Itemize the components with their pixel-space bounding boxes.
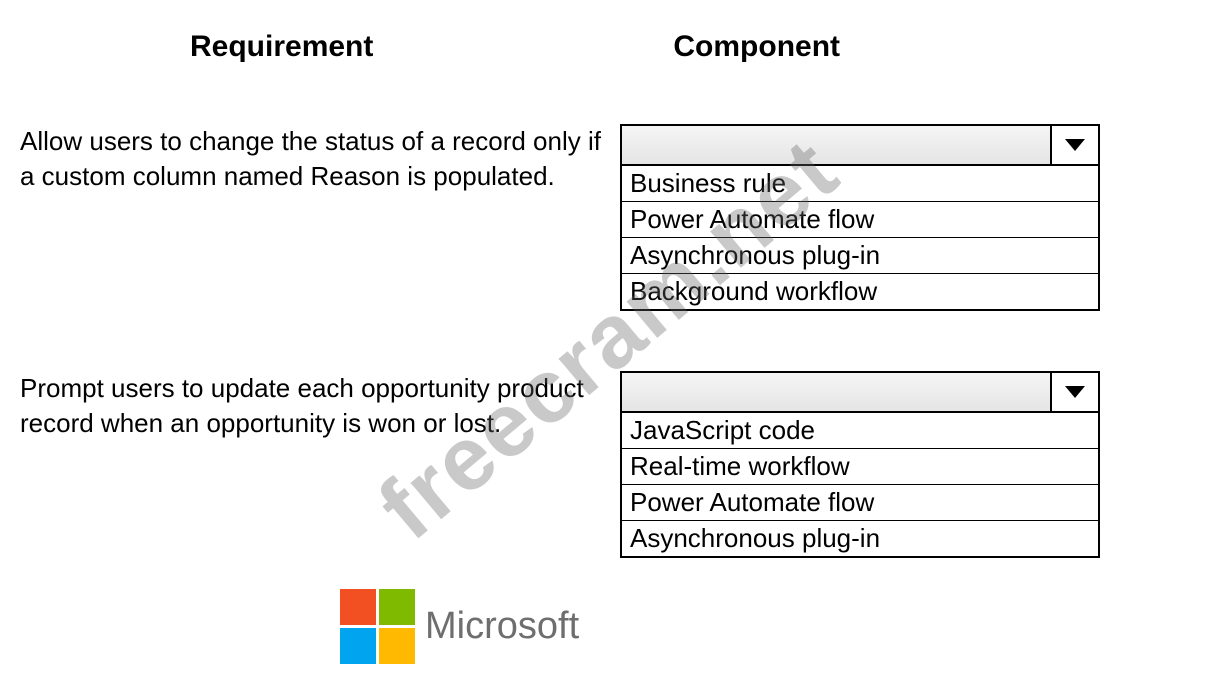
dropdown-value <box>622 126 1052 164</box>
requirement-row-1: Allow users to change the status of a re… <box>20 124 1198 311</box>
microsoft-logo-text: Microsoft <box>425 605 579 648</box>
option-item[interactable]: Business rule <box>622 166 1098 202</box>
header-requirement: Requirement <box>190 30 373 64</box>
logo-square-green <box>379 589 415 625</box>
dropdown-options: JavaScript code Real-time workflow Power… <box>620 413 1100 558</box>
microsoft-logo-icon <box>340 589 415 664</box>
option-item[interactable]: Asynchronous plug-in <box>622 521 1098 556</box>
dropdown-value <box>622 373 1052 411</box>
logo-square-red <box>340 589 376 625</box>
option-item[interactable]: Power Automate flow <box>622 485 1098 521</box>
dropdown-selector[interactable] <box>620 124 1100 166</box>
option-item[interactable]: Power Automate flow <box>622 202 1098 238</box>
component-dropdown-2: JavaScript code Real-time workflow Power… <box>620 371 1100 558</box>
component-dropdown-1: Business rule Power Automate flow Asynch… <box>620 124 1100 311</box>
dropdown-options: Business rule Power Automate flow Asynch… <box>620 166 1100 311</box>
requirement-text: Prompt users to update each opportunity … <box>20 371 610 441</box>
microsoft-logo: Microsoft <box>340 589 579 664</box>
header-component: Component <box>673 30 840 64</box>
column-headers: Requirement Component <box>20 30 1198 64</box>
dropdown-selector[interactable] <box>620 371 1100 413</box>
option-item[interactable]: Real-time workflow <box>622 449 1098 485</box>
chevron-down-icon[interactable] <box>1052 126 1098 164</box>
option-item[interactable]: Asynchronous plug-in <box>622 238 1098 274</box>
logo-square-blue <box>340 628 376 664</box>
chevron-down-icon[interactable] <box>1052 373 1098 411</box>
option-item[interactable]: JavaScript code <box>622 413 1098 449</box>
requirement-row-2: Prompt users to update each opportunity … <box>20 371 1198 558</box>
requirement-text: Allow users to change the status of a re… <box>20 124 610 194</box>
option-item[interactable]: Background workflow <box>622 274 1098 309</box>
logo-square-yellow <box>379 628 415 664</box>
